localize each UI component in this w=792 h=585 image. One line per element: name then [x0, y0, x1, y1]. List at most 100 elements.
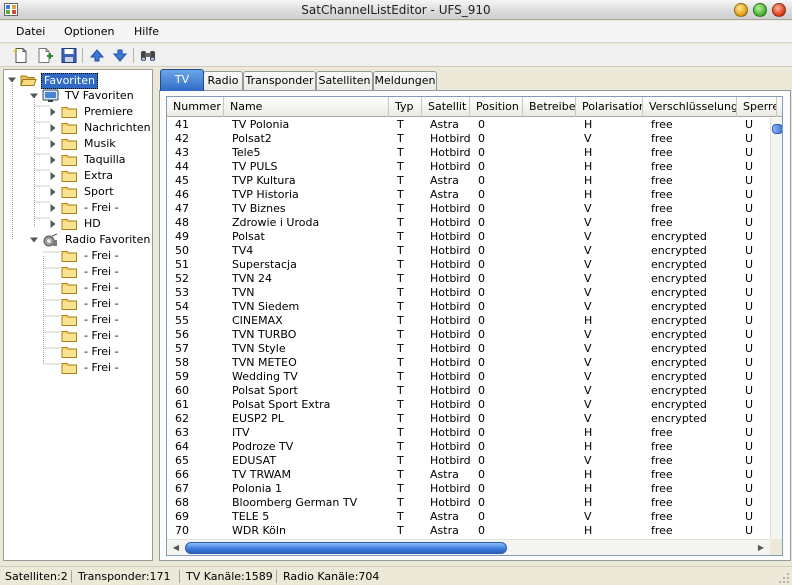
- table-row[interactable]: 44 TV PULS T Hotbird 0 Hfree U: [167, 160, 770, 174]
- tree-node-label: Radio Favoriten: [65, 233, 151, 246]
- tree-expand-icon[interactable]: [49, 220, 57, 228]
- table-row[interactable]: 55 CINEMAX T Hotbird 0 Hencrypted U: [167, 314, 770, 328]
- tab-radio[interactable]: Radio: [203, 71, 243, 91]
- tree-collapse-icon[interactable]: [8, 76, 16, 84]
- table-cell: 45: [175, 174, 189, 187]
- table-cell: U: [745, 328, 754, 341]
- menu-datei[interactable]: Datei: [16, 25, 45, 38]
- folder-icon: [61, 155, 77, 166]
- tab-meldungen[interactable]: Meldungen: [373, 71, 437, 91]
- scroll-left-arrow-icon[interactable]: ◀: [170, 542, 182, 554]
- column-header[interactable]: Nummer: [167, 97, 224, 117]
- table-cell: encrypted: [651, 328, 707, 341]
- close-button[interactable]: [772, 3, 786, 17]
- table-row[interactable]: 41 TV Polonia T Astra 0 Hfree U: [167, 118, 770, 132]
- column-header[interactable]: Polarisation: [576, 97, 643, 117]
- column-header[interactable]: Name: [224, 97, 389, 117]
- tab-transponder[interactable]: Transponder: [243, 71, 316, 91]
- tree-expand-icon[interactable]: [49, 156, 57, 164]
- tree-node-label: Premiere: [84, 105, 134, 118]
- maximize-button[interactable]: [753, 3, 767, 17]
- column-header[interactable]: Verschlüsselung: [643, 97, 737, 117]
- tree-collapse-icon[interactable]: [30, 236, 38, 244]
- favorites-tree[interactable]: Favoriten TV Favoriten Premiere Nachrichten…: [3, 69, 153, 561]
- tree-expand-icon[interactable]: [49, 188, 57, 196]
- table-cell: 0: [478, 398, 485, 411]
- table-row[interactable]: 45 TVP Kultura T Astra 0 Hfree U: [167, 174, 770, 188]
- table-row[interactable]: 54 TVN Siedem T Hotbird 0 Vencrypted U: [167, 300, 770, 314]
- table-row[interactable]: 63 ITV T Hotbird 0 Hfree U: [167, 426, 770, 440]
- table-row[interactable]: 68 Bloomberg German TV T Hotbird 0 Hfree U: [167, 496, 770, 510]
- table-cell: 60: [175, 384, 189, 397]
- table-cell: T: [397, 440, 404, 453]
- horizontal-scroll-thumb[interactable]: [185, 542, 507, 554]
- table-row[interactable]: 61 Polsat Sport Extra T Hotbird 0 Vencrypted U: [167, 398, 770, 412]
- table-row[interactable]: 64 Podroze TV T Hotbird 0 Hfree U: [167, 440, 770, 454]
- table-row[interactable]: 56 TVN TURBO T Hotbird 0 Vencrypted U: [167, 328, 770, 342]
- table-row[interactable]: 69 TELE 5 T Astra 0 Vfree U: [167, 510, 770, 524]
- vertical-scroll-thumb[interactable]: [772, 124, 782, 134]
- table-row[interactable]: 53 TVN T Hotbird 0 Vencrypted U: [167, 286, 770, 300]
- column-header[interactable]: Betreiber: [523, 97, 576, 117]
- table-cell: encrypted: [651, 314, 707, 327]
- tree-collapse-icon[interactable]: [30, 92, 38, 100]
- table-cell: 0: [478, 244, 485, 257]
- table-row[interactable]: 70 WDR Köln T Astra 0 Hfree U: [167, 524, 770, 538]
- column-header[interactable]: Satellit: [422, 97, 470, 117]
- table-cell: T: [397, 468, 404, 481]
- table-row[interactable]: 65 EDUSAT T Hotbird 0 Vfree U: [167, 454, 770, 468]
- table-row[interactable]: 49 Polsat T Hotbird 0 Vencrypted U: [167, 230, 770, 244]
- table-cell: U: [745, 384, 754, 397]
- table-cell: 0: [478, 258, 485, 271]
- table-cell: free: [651, 454, 673, 467]
- table-cell: T: [397, 496, 404, 509]
- tree-expand-icon[interactable]: [49, 204, 57, 212]
- vertical-scrollbar[interactable]: [770, 118, 782, 539]
- table-row[interactable]: 52 TVN 24 T Hotbird 0 Vencrypted U: [167, 272, 770, 286]
- table-row[interactable]: 42 Polsat2 T Hotbird 0 Vfree U: [167, 132, 770, 146]
- tab-tv[interactable]: TV: [160, 69, 204, 91]
- horizontal-scrollbar[interactable]: ◀ ▶: [167, 539, 782, 555]
- channel-grid[interactable]: Nummer Name Typ Satellit Position Betreiber Po…: [166, 96, 783, 556]
- tab-satelliten[interactable]: Satelliten: [316, 71, 373, 91]
- table-row[interactable]: 67 Polonia 1 T Hotbird 0 Hfree U: [167, 482, 770, 496]
- arrow-up-icon[interactable]: [88, 47, 106, 64]
- tree-expand-icon[interactable]: [49, 108, 57, 116]
- table-row[interactable]: 48 Zdrowie i Uroda T Hotbird 0 Vfree U: [167, 216, 770, 230]
- table-cell: [531, 146, 576, 160]
- column-header[interactable]: Sperre: [737, 97, 777, 117]
- table-row[interactable]: 47 TV Biznes T Hotbird 0 Vfree U: [167, 202, 770, 216]
- resize-grip-icon[interactable]: [779, 573, 790, 584]
- new-file-icon[interactable]: [12, 47, 30, 64]
- table-row[interactable]: 51 Superstacja T Hotbird 0 Vencrypted U: [167, 258, 770, 272]
- tree-node-label: HD: [84, 217, 101, 230]
- tree-expand-icon[interactable]: [49, 172, 57, 180]
- table-cell: Hotbird: [430, 132, 470, 145]
- arrow-down-icon[interactable]: [111, 47, 129, 64]
- table-cell: 46: [175, 188, 189, 201]
- tree-expand-icon[interactable]: [49, 140, 57, 148]
- table-row[interactable]: 59 Wedding TV T Hotbird 0 Vencrypted U: [167, 370, 770, 384]
- table-cell: T: [397, 384, 404, 397]
- column-header[interactable]: Typ: [389, 97, 422, 117]
- table-row[interactable]: 66 TV TRWAM T Astra 0 Hfree U: [167, 468, 770, 482]
- table-row[interactable]: 60 Polsat Sport T Hotbird 0 Vencrypted U: [167, 384, 770, 398]
- table-row[interactable]: 46 TVP Historia T Astra 0 Hfree U: [167, 188, 770, 202]
- menu-hilfe[interactable]: Hilfe: [134, 25, 159, 38]
- table-row[interactable]: 43 Tele5 T Hotbird 0 Hfree U: [167, 146, 770, 160]
- scroll-right-arrow-icon[interactable]: ▶: [755, 542, 767, 554]
- table-row[interactable]: 50 TV4 T Hotbird 0 Vencrypted U: [167, 244, 770, 258]
- menu-optionen[interactable]: Optionen: [64, 25, 114, 38]
- table-cell: [531, 188, 576, 202]
- table-row[interactable]: 57 TVN Style T Hotbird 0 Vencrypted U: [167, 342, 770, 356]
- minimize-button[interactable]: [734, 3, 748, 17]
- tree-node-label: Musik: [84, 137, 116, 150]
- add-file-icon[interactable]: [36, 47, 54, 64]
- binoculars-icon[interactable]: [139, 47, 157, 64]
- title-bar[interactable]: SatChannelListEditor - UFS_910: [0, 0, 792, 20]
- table-row[interactable]: 62 EUSP2 PL T Hotbird 0 Vencrypted U: [167, 412, 770, 426]
- table-row[interactable]: 58 TVN METEO T Hotbird 0 Vencrypted U: [167, 356, 770, 370]
- tree-expand-icon[interactable]: [49, 124, 57, 132]
- save-icon[interactable]: [60, 47, 78, 64]
- column-header[interactable]: Position: [470, 97, 523, 117]
